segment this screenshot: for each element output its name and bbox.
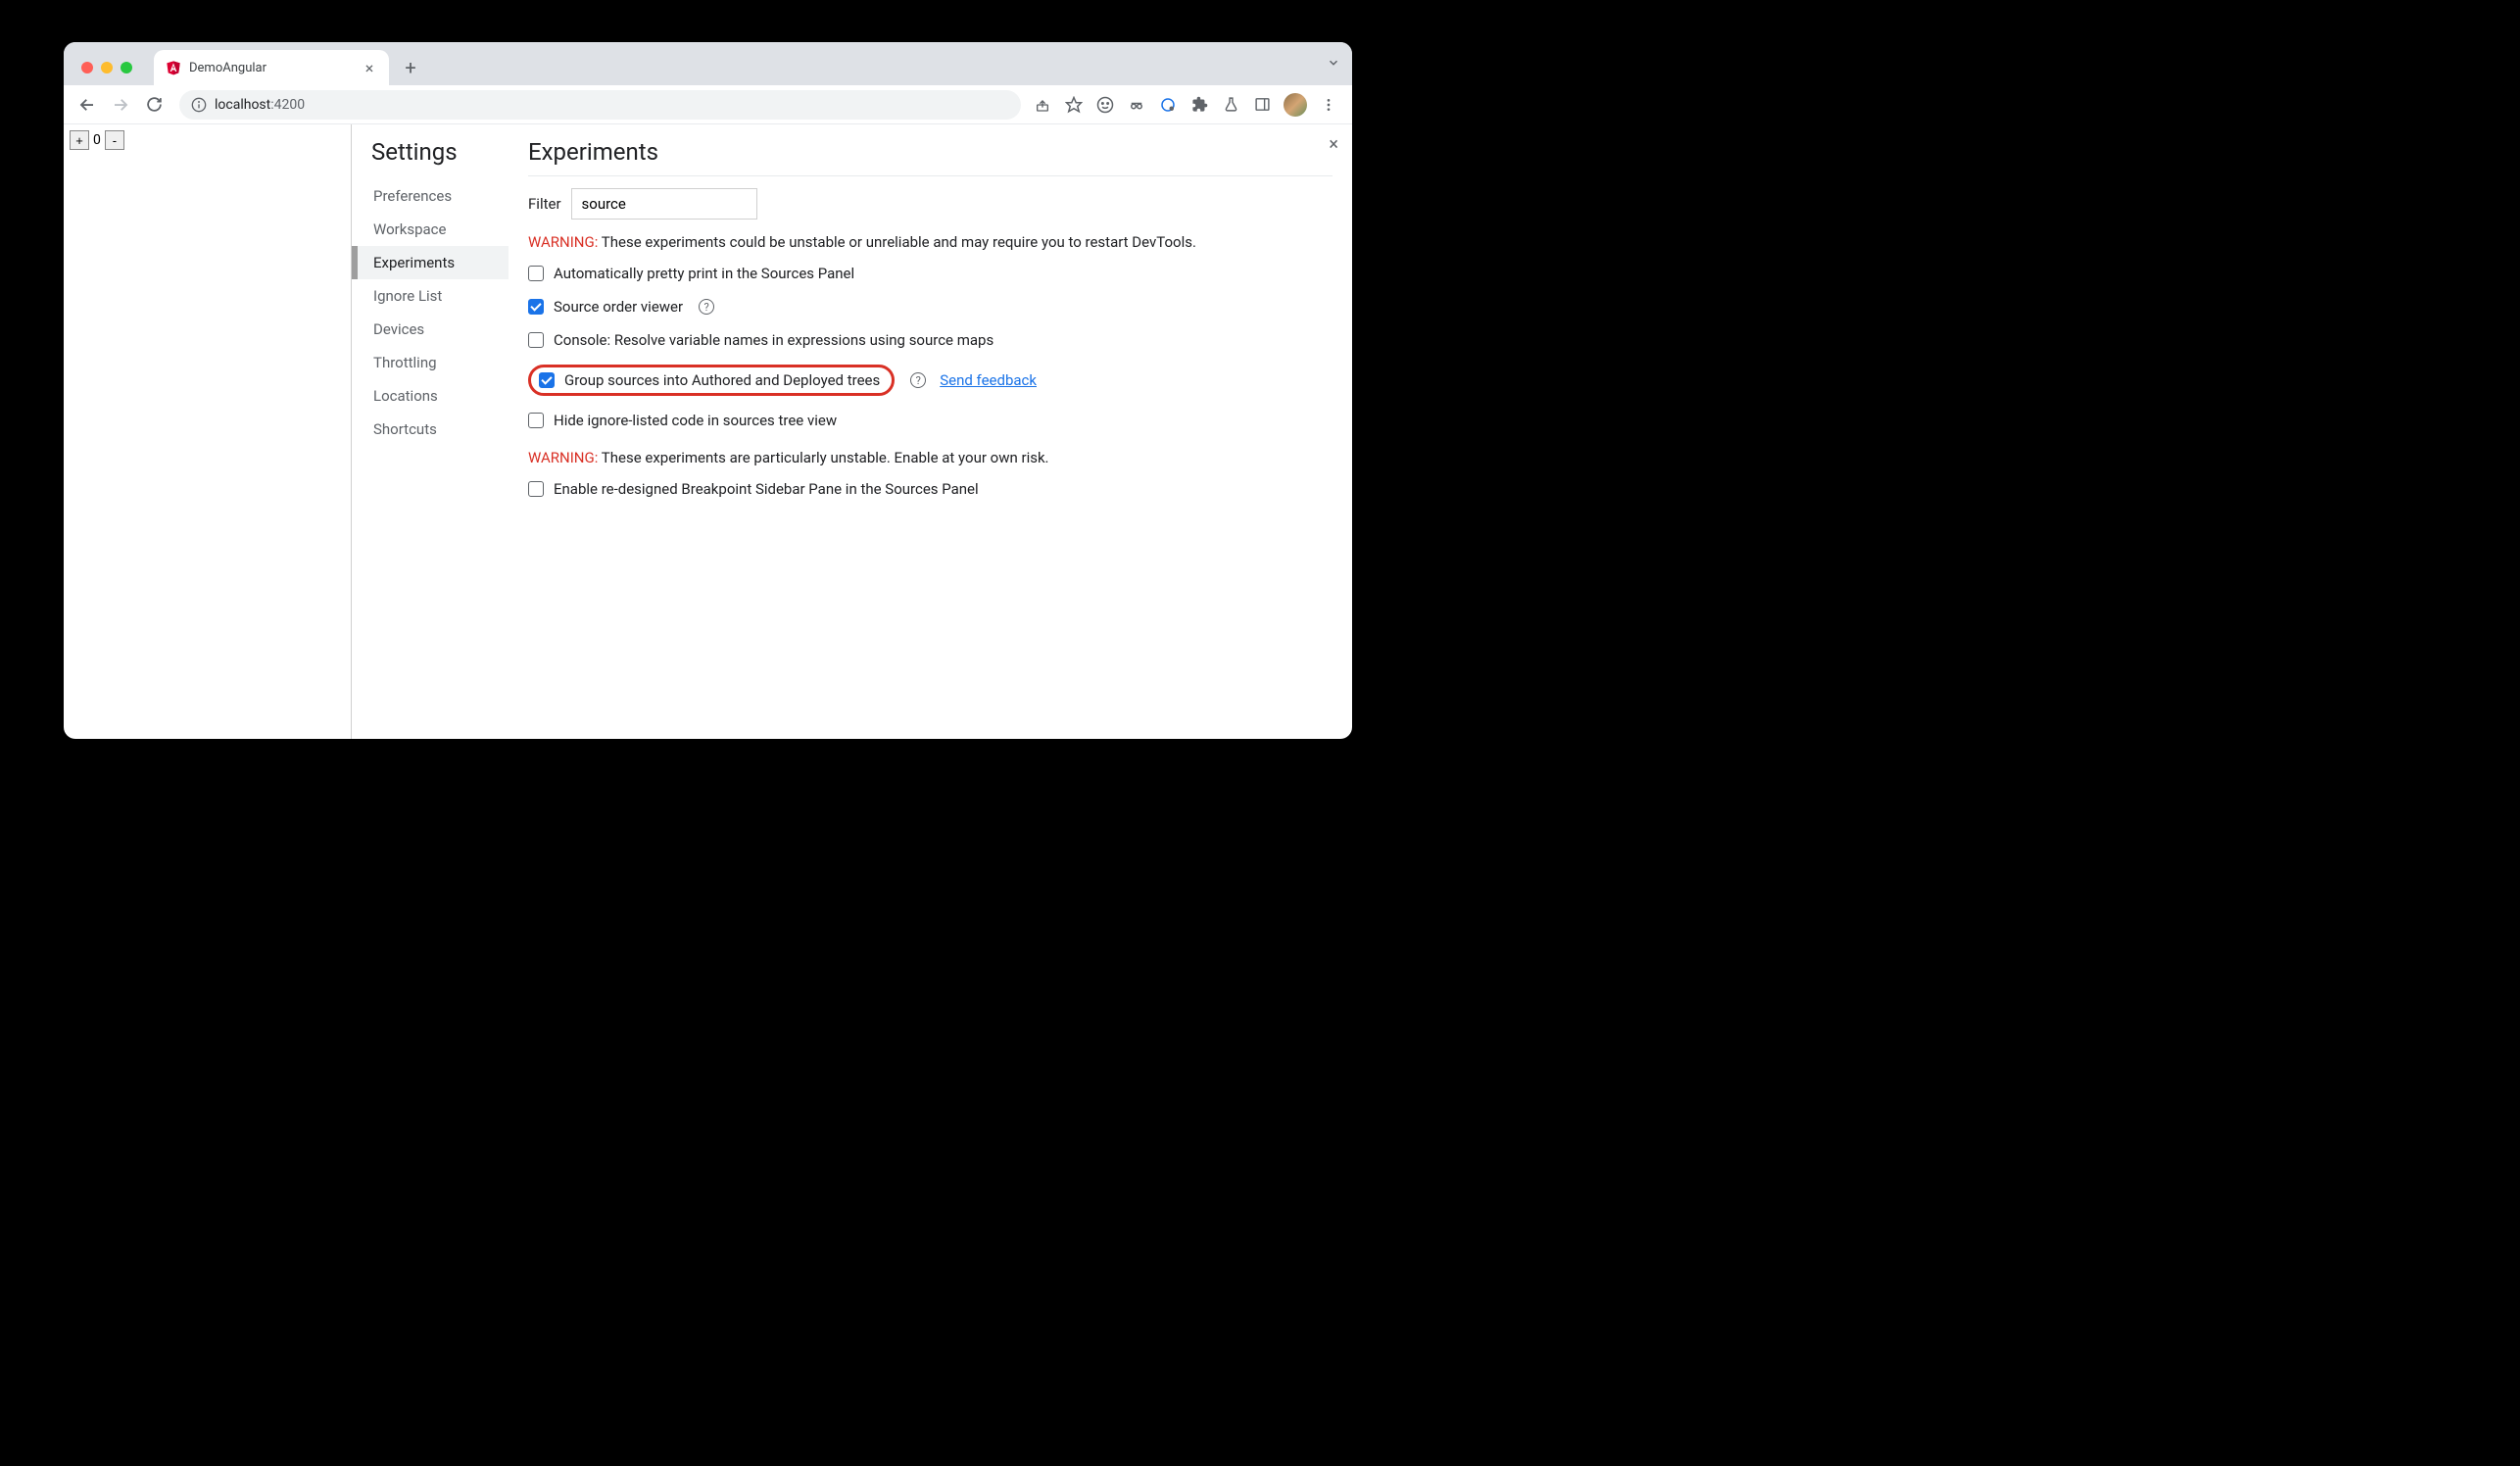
- profile-avatar[interactable]: [1284, 93, 1307, 117]
- checkbox-pretty-print[interactable]: [528, 266, 544, 281]
- decrement-button[interactable]: -: [105, 130, 124, 150]
- counter-value: 0: [91, 130, 103, 150]
- increment-button[interactable]: +: [70, 130, 89, 150]
- send-feedback-link[interactable]: Send feedback: [940, 371, 1037, 389]
- highlight-annotation: Group sources into Authored and Deployed…: [528, 365, 895, 396]
- filter-row: Filter: [528, 188, 1333, 220]
- rendered-page: + 0 -: [64, 124, 352, 739]
- tab-strip: DemoAngular × +: [64, 42, 1352, 85]
- filter-input[interactable]: [571, 188, 757, 220]
- ext-flask-icon[interactable]: [1221, 95, 1240, 115]
- ext-face-icon[interactable]: [1095, 95, 1115, 115]
- devtools-settings: × Settings Preferences Workspace Experim…: [352, 124, 1352, 739]
- browser-toolbar: localhost:4200: [64, 85, 1352, 124]
- reload-button[interactable]: [140, 91, 168, 119]
- ext-circle-icon[interactable]: [1158, 95, 1178, 115]
- experiment-source-order: Source order viewer ?: [528, 298, 1333, 316]
- url-text: localhost:4200: [215, 97, 305, 113]
- experiment-label: Automatically pretty print in the Source…: [554, 265, 854, 282]
- back-button[interactable]: [73, 91, 101, 119]
- warning-risky: WARNING: These experiments are particula…: [528, 449, 1333, 466]
- filter-label: Filter: [528, 195, 561, 213]
- address-bar[interactable]: localhost:4200: [179, 90, 1021, 120]
- settings-sidebar: Settings Preferences Workspace Experimen…: [352, 124, 509, 739]
- checkbox-breakpoint-sidebar[interactable]: [528, 481, 544, 497]
- ext-incognito-icon[interactable]: [1127, 95, 1146, 115]
- tab-overflow-button[interactable]: [1327, 56, 1340, 73]
- site-info-icon[interactable]: [191, 97, 207, 113]
- experiment-label: Hide ignore-listed code in sources tree …: [554, 412, 837, 429]
- experiment-label: Group sources into Authored and Deployed…: [564, 371, 880, 389]
- nav-devices[interactable]: Devices: [371, 313, 509, 346]
- bookmark-icon[interactable]: [1064, 95, 1084, 115]
- new-tab-button[interactable]: +: [397, 54, 424, 81]
- experiment-group-sources: Group sources into Authored and Deployed…: [528, 365, 1333, 396]
- settings-heading: Settings: [371, 138, 509, 166]
- minimize-window-button[interactable]: [101, 62, 113, 73]
- experiment-resolve-vars: Console: Resolve variable names in expre…: [528, 331, 1333, 349]
- browser-tab[interactable]: DemoAngular ×: [154, 50, 389, 85]
- window-controls: [73, 62, 144, 85]
- nav-shortcuts[interactable]: Shortcuts: [371, 413, 509, 446]
- angular-icon: [166, 60, 181, 75]
- tab-title: DemoAngular: [189, 61, 354, 75]
- settings-nav: Preferences Workspace Experiments Ignore…: [371, 179, 509, 446]
- experiments-list-risky: Enable re-designed Breakpoint Sidebar Pa…: [528, 480, 1333, 498]
- nav-experiments[interactable]: Experiments: [352, 246, 509, 279]
- nav-locations[interactable]: Locations: [371, 379, 509, 413]
- checkbox-hide-ignored[interactable]: [528, 413, 544, 428]
- experiment-hide-ignored: Hide ignore-listed code in sources tree …: [528, 412, 1333, 429]
- help-icon[interactable]: ?: [699, 299, 714, 315]
- close-settings-button[interactable]: ×: [1329, 134, 1338, 155]
- experiment-pretty-print: Automatically pretty print in the Source…: [528, 265, 1333, 282]
- share-icon[interactable]: [1033, 95, 1052, 115]
- checkbox-resolve-vars[interactable]: [528, 332, 544, 348]
- kebab-menu-icon[interactable]: [1319, 95, 1338, 115]
- experiment-breakpoint-sidebar: Enable re-designed Breakpoint Sidebar Pa…: [528, 480, 1333, 498]
- toolbar-actions: [1033, 93, 1342, 117]
- extensions-icon[interactable]: [1189, 95, 1209, 115]
- experiments-list: Automatically pretty print in the Source…: [528, 265, 1333, 429]
- nav-preferences[interactable]: Preferences: [371, 179, 509, 213]
- checkbox-group-sources[interactable]: [539, 372, 555, 388]
- checkbox-source-order[interactable]: [528, 299, 544, 315]
- content-area: + 0 - × Settings Preferences Workspace E…: [64, 124, 1352, 739]
- experiments-heading: Experiments: [528, 138, 1333, 176]
- warning-unstable: WARNING: These experiments could be unst…: [528, 233, 1333, 251]
- nav-throttling[interactable]: Throttling: [371, 346, 509, 379]
- close-window-button[interactable]: [81, 62, 93, 73]
- experiment-label: Console: Resolve variable names in expre…: [554, 331, 993, 349]
- experiment-label: Enable re-designed Breakpoint Sidebar Pa…: [554, 480, 979, 498]
- maximize-window-button[interactable]: [121, 62, 132, 73]
- close-tab-button[interactable]: ×: [362, 60, 377, 75]
- experiment-label: Source order viewer: [554, 298, 683, 316]
- help-icon[interactable]: ?: [910, 372, 926, 388]
- nav-workspace[interactable]: Workspace: [371, 213, 509, 246]
- browser-window: DemoAngular × + localhost:4200: [64, 42, 1352, 739]
- nav-ignore-list[interactable]: Ignore List: [371, 279, 509, 313]
- ext-panel-icon[interactable]: [1252, 95, 1272, 115]
- forward-button[interactable]: [107, 91, 134, 119]
- settings-main: Experiments Filter WARNING: These experi…: [509, 124, 1352, 739]
